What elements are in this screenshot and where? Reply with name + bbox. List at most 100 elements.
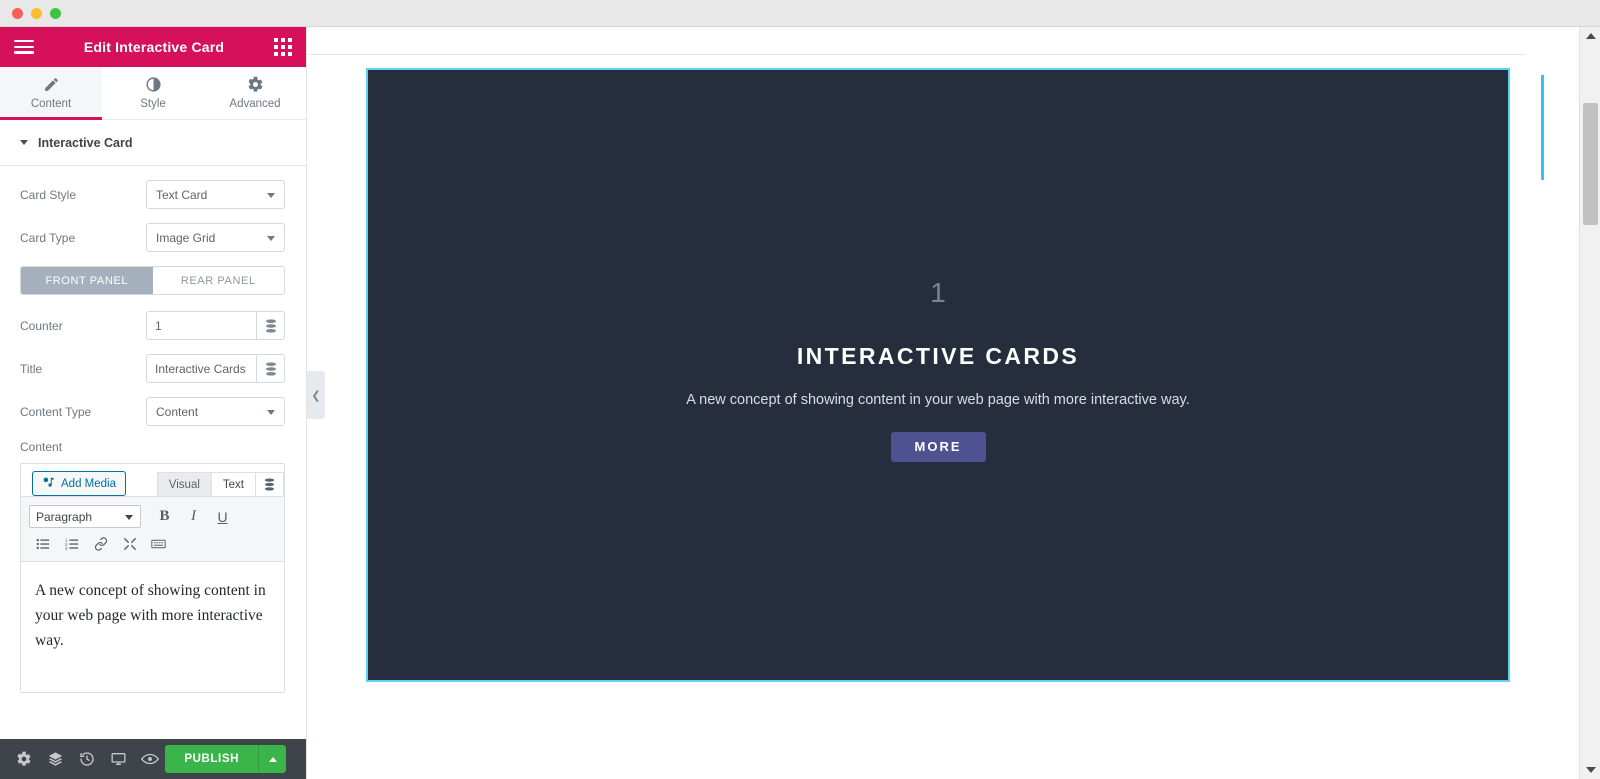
editor-toolbar: Paragraph B I U 123 — [21, 496, 284, 562]
paragraph-format-value: Paragraph — [36, 509, 93, 524]
dynamic-tags-icon[interactable] — [256, 311, 285, 340]
underline-button[interactable]: U — [209, 505, 236, 529]
front-panel-tab[interactable]: FRONT PANEL — [21, 267, 153, 294]
card-type-value: Image Grid — [156, 230, 216, 245]
navigator-layers-icon[interactable] — [39, 739, 70, 779]
control-content-type: Content Type Content — [20, 397, 286, 426]
chevron-down-icon — [20, 140, 28, 145]
media-icon — [42, 476, 55, 492]
card-type-select[interactable]: Image Grid — [146, 223, 285, 252]
chevron-down-icon — [125, 515, 133, 520]
section-header-interactive-card[interactable]: Interactive Card — [0, 120, 306, 166]
contrast-half-circle-icon — [145, 76, 162, 93]
rear-panel-tab[interactable]: REAR PANEL — [152, 267, 284, 294]
svg-text:3: 3 — [65, 546, 68, 551]
title-label: Title — [20, 361, 43, 376]
chevron-down-icon — [267, 193, 275, 198]
content-type-label: Content Type — [20, 404, 92, 419]
control-title: Title — [20, 354, 286, 383]
os-window-titlebar — [0, 0, 1600, 27]
panel-body: Card Style Text Card Card Type Image Gri… — [0, 166, 306, 739]
window-close-button[interactable] — [12, 8, 23, 19]
dynamic-tags-icon[interactable] — [256, 354, 285, 383]
content-label: Content — [20, 440, 63, 454]
window-minimize-button[interactable] — [31, 8, 42, 19]
grid-apps-icon[interactable] — [273, 38, 292, 56]
more-tag-icon[interactable] — [116, 532, 143, 556]
counter-label: Counter — [20, 318, 63, 333]
chevron-left-icon: ❮ — [311, 389, 321, 402]
editor-tab-text[interactable]: Text — [210, 472, 256, 496]
dynamic-tags-icon[interactable] — [255, 472, 284, 496]
chevron-down-icon — [267, 410, 275, 415]
numbered-list-icon[interactable]: 123 — [58, 532, 85, 556]
chevron-down-icon — [267, 236, 275, 241]
editor-mode-tabs: Visual Text — [156, 472, 284, 496]
editor-toolbar-row-2: 123 — [29, 530, 276, 557]
scroll-up-arrow-icon[interactable] — [1580, 27, 1600, 45]
control-counter: Counter — [20, 311, 286, 340]
hamburger-icon[interactable] — [14, 40, 34, 54]
editor-panel: Edit Interactive Card Content Style Adva… — [0, 27, 307, 779]
publish-button[interactable]: PUBLISH — [165, 745, 259, 773]
bold-button[interactable]: B — [151, 505, 178, 529]
preview-eye-icon[interactable] — [134, 739, 165, 779]
settings-gear-icon[interactable] — [8, 739, 39, 779]
card-type-label: Card Type — [20, 230, 76, 245]
tab-style[interactable]: Style — [102, 67, 204, 119]
add-media-button[interactable]: Add Media — [32, 471, 126, 496]
panel-title: Edit Interactive Card — [83, 39, 225, 55]
canvas-scroll-gap — [1525, 27, 1579, 67]
bullet-list-icon[interactable] — [29, 532, 56, 556]
window-maximize-button[interactable] — [50, 8, 61, 19]
elementor-editor-screen: Edit Interactive Card Content Style Adva… — [0, 0, 1600, 779]
card-style-select[interactable]: Text Card — [146, 180, 285, 209]
page-scrollbar[interactable] — [1579, 27, 1600, 779]
italic-button[interactable]: I — [180, 505, 207, 529]
panel-collapse-handle[interactable]: ❮ — [307, 371, 325, 419]
tab-content[interactable]: Content — [0, 67, 102, 120]
canvas-top-strip — [308, 27, 1579, 55]
card-style-value: Text Card — [156, 187, 208, 202]
responsive-monitor-icon[interactable] — [102, 739, 133, 779]
pencil-icon — [43, 76, 60, 93]
scrollbar-thumb[interactable] — [1583, 103, 1598, 225]
keyboard-icon[interactable] — [145, 532, 172, 556]
gear-icon — [247, 76, 264, 93]
editor-toolbar-row-1: Paragraph B I U — [29, 503, 276, 530]
card-content: 1 INTERACTIVE CARDS A new concept of sho… — [368, 276, 1508, 462]
control-card-type: Card Type Image Grid — [20, 223, 286, 252]
card-style-label: Card Style — [20, 187, 77, 202]
content-type-value: Content — [156, 404, 199, 419]
panel-header: Edit Interactive Card — [0, 27, 306, 67]
tab-content-label: Content — [30, 98, 72, 110]
add-media-label: Add Media — [61, 477, 116, 490]
editor-content-area[interactable]: A new concept of showing content in your… — [21, 562, 284, 692]
paragraph-format-select[interactable]: Paragraph — [29, 505, 141, 528]
card-counter: 1 — [930, 276, 946, 308]
counter-input[interactable] — [146, 311, 256, 340]
panel-footer: PUBLISH — [0, 739, 306, 779]
tab-style-label: Style — [140, 98, 166, 110]
interactive-card-preview[interactable]: 1 INTERACTIVE CARDS A new concept of sho… — [366, 68, 1510, 682]
title-input[interactable] — [146, 354, 256, 383]
wysiwyg-editor: Add Media Visual Text Paragraph B I U 1 … — [20, 463, 285, 693]
chevron-up-icon — [268, 756, 277, 762]
preview-canvas: 1 INTERACTIVE CARDS A new concept of sho… — [308, 27, 1579, 779]
card-title: INTERACTIVE CARDS — [796, 342, 1080, 369]
section-title: Interactive Card — [38, 135, 133, 150]
publish-group: PUBLISH — [165, 745, 287, 773]
editor-top-bar: Add Media Visual Text — [21, 464, 284, 496]
publish-options-button[interactable] — [258, 745, 287, 773]
tab-advanced-label: Advanced — [229, 98, 281, 110]
tab-advanced[interactable]: Advanced — [204, 67, 306, 119]
card-more-button[interactable]: MORE — [890, 431, 986, 462]
scroll-accent-line — [1541, 75, 1544, 180]
editor-tab-visual[interactable]: Visual — [156, 472, 212, 496]
window-traffic-lights — [12, 8, 61, 19]
card-description: A new concept of showing content in your… — [686, 391, 1190, 408]
link-icon[interactable] — [87, 532, 114, 556]
content-type-select[interactable]: Content — [146, 397, 285, 426]
scroll-down-arrow-icon[interactable] — [1580, 761, 1600, 779]
history-revisions-icon[interactable] — [71, 739, 102, 779]
